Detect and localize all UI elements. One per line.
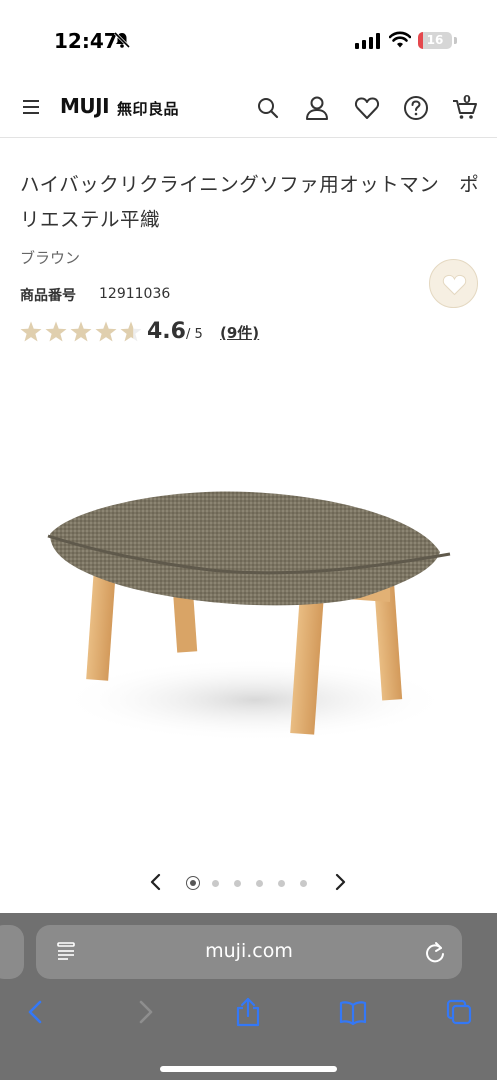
status-time: 12:47 — [54, 29, 118, 53]
rating-stars — [20, 321, 142, 342]
address-bar[interactable]: muji.com — [36, 925, 462, 979]
star-filled — [20, 321, 42, 342]
carousel-dot[interactable] — [256, 880, 263, 887]
carousel-dot[interactable] — [212, 880, 219, 887]
muji-logo[interactable]: MUJI — [60, 94, 110, 118]
tabs-icon[interactable] — [445, 997, 473, 1027]
back-icon[interactable] — [22, 997, 50, 1027]
star-filled — [45, 321, 67, 342]
carousel-prev-icon[interactable] — [148, 872, 164, 892]
carousel-dot[interactable] — [278, 880, 285, 887]
status-bar: 12:47 16 — [0, 0, 497, 80]
carousel-next-icon[interactable] — [332, 872, 348, 892]
account-icon[interactable] — [303, 94, 331, 122]
review-count-link[interactable]: (9件) — [220, 322, 259, 343]
product-image[interactable] — [30, 450, 470, 770]
carousel-dot[interactable] — [234, 880, 241, 887]
star-filled — [70, 321, 92, 342]
product-color: ブラウン — [20, 249, 81, 267]
url-text[interactable]: muji.com — [36, 940, 462, 962]
bookmarks-icon[interactable] — [339, 997, 367, 1027]
previous-tab-preview[interactable] — [0, 925, 24, 979]
battery-tip — [454, 37, 457, 44]
item-number: 12911036 — [99, 286, 171, 302]
carousel-dot[interactable] — [186, 876, 200, 890]
battery-level: 16 — [426, 33, 444, 47]
rating-value: 4.6 — [147, 319, 186, 344]
browser-chrome: muji.com — [0, 913, 497, 1080]
bell-slash-icon — [113, 31, 131, 49]
cart-count: 0 — [463, 94, 471, 106]
product-title: ハイバックリクライニングソファ用オットマン ポリエステル平織 — [20, 173, 480, 231]
favorites-icon[interactable] — [353, 94, 381, 122]
rating-max: / 5 — [186, 327, 203, 342]
reload-icon[interactable] — [424, 940, 446, 964]
add-to-favorites-button[interactable] — [429, 259, 478, 308]
site-header: MUJI 無印良品 0 — [0, 80, 497, 138]
cart-icon[interactable]: 0 — [451, 94, 479, 122]
wifi-icon — [389, 31, 411, 48]
forward-icon — [139, 1000, 153, 1024]
carousel-dot[interactable] — [300, 880, 307, 887]
muji-logo-jp[interactable]: 無印良品 — [117, 98, 179, 119]
share-icon[interactable] — [234, 997, 262, 1027]
menu-icon[interactable] — [21, 97, 41, 117]
battery-icon: 16 — [418, 32, 452, 49]
item-number-label: 商品番号 — [20, 288, 76, 304]
home-indicator — [160, 1066, 337, 1072]
search-icon[interactable] — [254, 94, 282, 122]
help-icon[interactable] — [402, 94, 430, 122]
star-filled — [95, 321, 117, 342]
heart-icon — [442, 274, 467, 296]
signal-icon — [355, 33, 380, 49]
